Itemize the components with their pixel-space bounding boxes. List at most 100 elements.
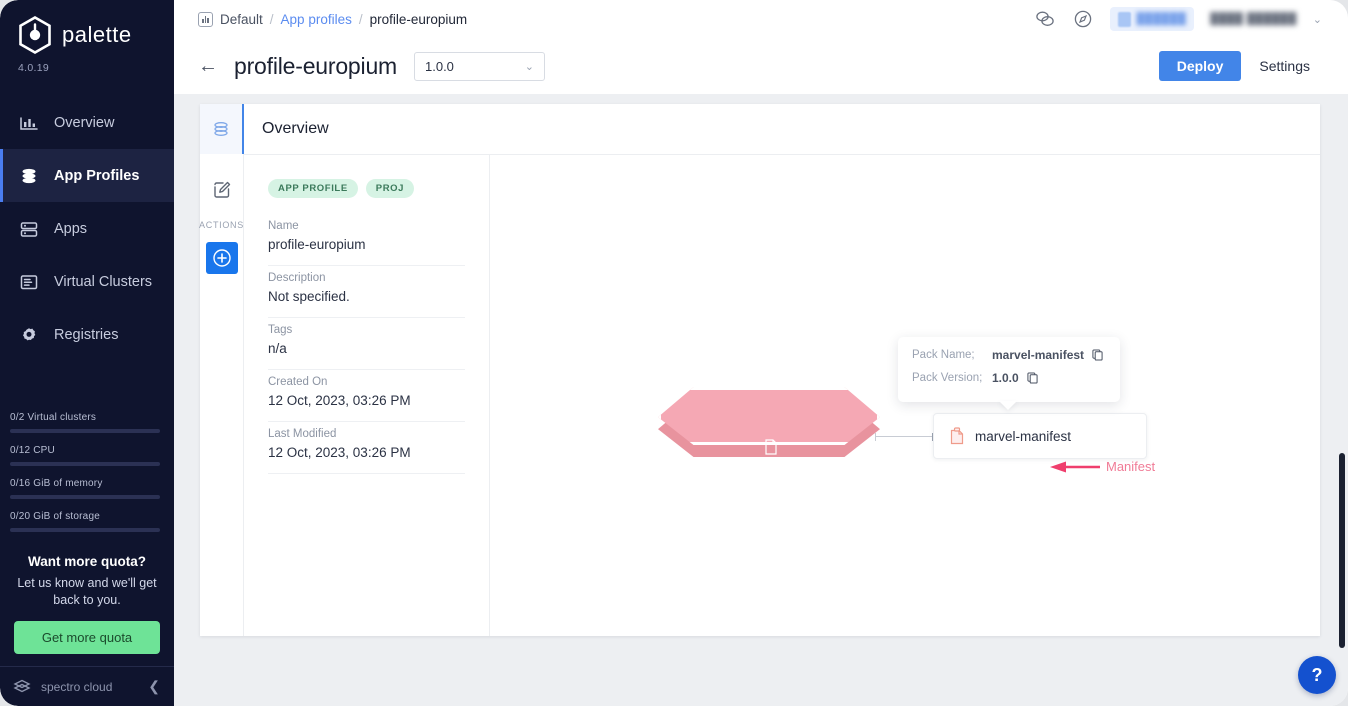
quota-row: 0/2 Virtual clusters	[10, 412, 160, 433]
quota-row: 0/16 GiB of memory	[10, 478, 160, 499]
scrollbar-thumb[interactable]	[1339, 453, 1345, 648]
settings-button[interactable]: Settings	[1247, 51, 1322, 81]
chevron-left-icon[interactable]: ❮	[148, 678, 160, 695]
field-value: Not specified.	[268, 289, 350, 304]
gear-icon	[23, 327, 36, 340]
sidebar-footer-label: spectro cloud	[41, 679, 113, 694]
pack-info-popover: Pack Name; marvel-manifest Pack Version;…	[898, 337, 1120, 410]
help-button[interactable]: ?	[1298, 656, 1336, 694]
compass-icon[interactable]	[1072, 8, 1094, 30]
breadcrumb: Default / App profiles / profile-europiu…	[174, 11, 468, 27]
chevron-down-icon[interactable]: ⌄	[1313, 13, 1322, 26]
popover-value: marvel-manifest	[992, 348, 1085, 362]
breadcrumb-separator: /	[269, 11, 274, 27]
tenant-selector[interactable]: ██████	[1109, 7, 1195, 31]
manifest-node-label: marvel-manifest	[975, 428, 1072, 444]
detail-field-description: Description Not specified.	[268, 266, 465, 318]
get-more-quota-button[interactable]: Get more quota	[14, 621, 160, 654]
field-label: Last Modified	[268, 428, 337, 440]
page-titlebar: ← profile-europium 1.0.0 ⌄ Deploy Settin…	[174, 38, 1348, 94]
palette-hex-logo	[19, 16, 51, 54]
sidebar-item-virtual-clusters[interactable]: Virtual Clusters	[0, 255, 174, 308]
sidebar-item-overview[interactable]: Overview	[0, 96, 174, 149]
rail-actions-label: ACTIONS	[199, 220, 244, 230]
tenant-label: ██████	[1136, 13, 1187, 25]
quota-bar	[10, 429, 160, 433]
breadcrumb-app-profiles[interactable]: App profiles	[281, 12, 352, 27]
brand[interactable]: palette	[0, 0, 174, 54]
breadcrumb-current: profile-europium	[369, 11, 468, 27]
quota-label: 0/16 GiB of memory	[10, 478, 103, 489]
version-value: 1.0.0	[425, 58, 454, 74]
quota-label: 0/20 GiB of storage	[10, 511, 100, 522]
sidebar-item-label: Apps	[54, 220, 88, 237]
popover-row-pack-name: Pack Name; marvel-manifest	[912, 348, 1106, 362]
quota-section: 0/2 Virtual clusters 0/12 CPU 0/16 GiB o…	[0, 412, 174, 544]
field-value: profile-europium	[268, 237, 366, 252]
chat-bubbles-icon[interactable]	[1034, 8, 1056, 30]
popover-tail	[999, 401, 1017, 410]
version-select[interactable]: 1.0.0 ⌄	[414, 51, 545, 81]
detail-field-created-on: Created On 12 Oct, 2023, 03:26 PM	[268, 370, 465, 422]
app-window: palette 4.0.19 Overview App Profiles App…	[0, 0, 1348, 706]
overview-card: ACTIONS Overview APP PROFILE PROJ Name p…	[199, 104, 1320, 636]
brand-name: palette	[62, 22, 132, 47]
quota-bar	[10, 528, 160, 532]
field-value: n/a	[268, 341, 287, 356]
detail-field-tags: Tags n/a	[268, 318, 465, 370]
popover-row-pack-version: Pack Version; 1.0.0	[912, 371, 1106, 385]
field-label: Created On	[268, 376, 328, 388]
detail-field-name: Name profile-europium	[268, 214, 465, 266]
spectro-cloud-logo	[13, 679, 31, 692]
sidebar-footer: spectro cloud ❮	[0, 666, 174, 706]
popover-key: Pack Version;	[912, 372, 983, 384]
topbar-actions: ██████ ████ ██████ ⌄	[1034, 7, 1348, 31]
deploy-button[interactable]: Deploy	[1158, 51, 1242, 81]
connector-line	[875, 436, 933, 437]
promo-title: Want more quota?	[28, 554, 146, 569]
rail-tab-profile-layers[interactable]	[199, 104, 244, 154]
manifest-doc-icon	[765, 439, 777, 455]
chart-overview-icon	[20, 116, 38, 130]
plus-circle-icon	[212, 249, 231, 267]
arrow-left-icon[interactable]: ←	[198, 56, 218, 76]
topbar: Default / App profiles / profile-europiu…	[174, 0, 1348, 38]
left-rail: ACTIONS	[199, 104, 244, 636]
promo-subtitle: Let us know and we'll get back to you.	[17, 576, 157, 607]
quota-bar	[10, 462, 160, 466]
sidebar: palette 4.0.19 Overview App Profiles App…	[0, 0, 174, 706]
server-apps-icon	[20, 221, 38, 237]
layers-stack-icon	[22, 168, 36, 183]
add-layer-button[interactable]	[205, 242, 238, 274]
status-badge: APP PROFILE	[268, 179, 358, 198]
connector-start-cap	[875, 433, 876, 441]
field-value: 12 Oct, 2023, 03:26 PM	[268, 445, 411, 460]
manifest-file-icon	[950, 427, 964, 445]
chevron-down-icon: ⌄	[524, 60, 534, 73]
breadcrumb-project[interactable]: Default	[220, 12, 263, 27]
popover-key: Pack Name;	[912, 349, 975, 361]
manifest-node[interactable]: marvel-manifest	[933, 413, 1147, 459]
page-scrollbar[interactable]	[1339, 108, 1345, 648]
copy-icon[interactable]	[1027, 372, 1038, 384]
quota-label: 0/12 CPU	[10, 445, 55, 456]
badge-group: APP PROFILE PROJ	[268, 179, 465, 198]
sidebar-item-registries[interactable]: Registries	[0, 308, 174, 361]
sidebar-item-app-profiles[interactable]: App Profiles	[0, 149, 174, 202]
manifest-annotation-label: Manifest	[1106, 459, 1156, 474]
sidebar-item-label: Virtual Clusters	[54, 273, 153, 290]
profile-layer-hexagon[interactable]	[658, 387, 880, 459]
hexagon-top	[658, 387, 880, 445]
content-canvas: ACTIONS Overview APP PROFILE PROJ Name p…	[174, 94, 1348, 706]
field-label: Name	[268, 220, 299, 232]
quota-row: 0/20 GiB of storage	[10, 511, 160, 532]
profile-graph: marvel-manifest Pack Name; marvel-manife…	[490, 155, 1320, 636]
sidebar-item-apps[interactable]: Apps	[0, 202, 174, 255]
quota-row: 0/12 CPU	[10, 445, 160, 466]
copy-icon[interactable]	[1092, 349, 1103, 361]
field-label: Tags	[268, 324, 293, 336]
rail-edit-button[interactable]	[200, 164, 244, 216]
breadcrumb-separator: /	[358, 11, 363, 27]
field-label: Description	[268, 272, 326, 284]
quota-bar	[10, 495, 160, 499]
